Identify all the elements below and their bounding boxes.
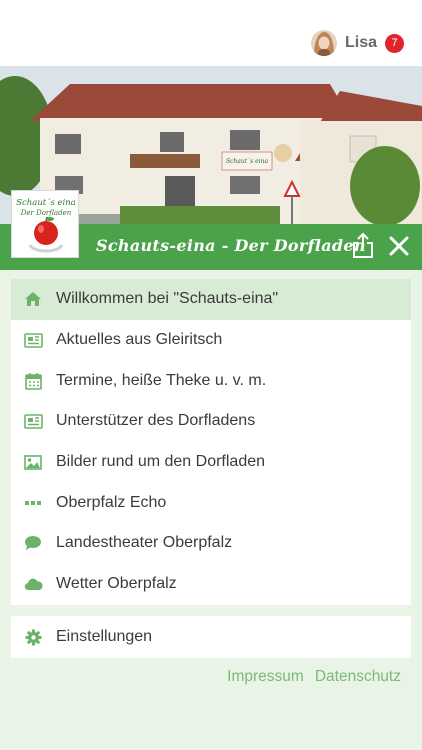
- navigation-menu: Willkommen bei "Schauts-eina" Aktuelles …: [11, 279, 411, 605]
- close-button[interactable]: [388, 235, 410, 257]
- menu-label: Wetter Oberpfalz: [56, 575, 177, 593]
- logo-line2: Der Dorfladen: [20, 209, 72, 217]
- menu-item-oberpfalz-echo[interactable]: Oberpfalz Echo: [11, 482, 411, 523]
- home-icon: [23, 289, 43, 309]
- menu-label: Aktuelles aus Gleiritsch: [56, 331, 223, 349]
- menu-item-wetter[interactable]: Wetter Oberpfalz: [11, 564, 411, 605]
- menu-item-bilder[interactable]: Bilder rund um den Dorfladen: [11, 442, 411, 483]
- site-title: Schauts-eina - Der Dorfladen: [96, 236, 366, 255]
- share-icon: [353, 232, 373, 258]
- menu-item-termine[interactable]: Termine, heiße Theke u. v. m.: [11, 360, 411, 401]
- menu-label: Oberpfalz Echo: [56, 493, 167, 511]
- cloud-icon: [23, 574, 43, 594]
- menu-item-unterstuetzer[interactable]: Unterstützer des Dorfladens: [11, 401, 411, 442]
- store-logo: Schaut´s eina Der Dorfladen: [11, 190, 79, 258]
- menu-item-einstellungen[interactable]: Einstellungen: [11, 616, 411, 658]
- user-profile[interactable]: Lisa 7: [310, 30, 404, 56]
- top-bar: Lisa 7: [0, 0, 422, 66]
- menu-item-willkommen[interactable]: Willkommen bei "Schauts-eina": [11, 279, 411, 320]
- building-sign: Schaut´s eina: [226, 158, 269, 165]
- gear-icon: [23, 627, 43, 647]
- newspaper-icon: [23, 330, 43, 350]
- close-icon: [389, 236, 409, 256]
- image-icon: [23, 452, 43, 472]
- notification-badge[interactable]: 7: [385, 33, 404, 53]
- share-button[interactable]: [352, 232, 374, 258]
- impressum-link[interactable]: Impressum: [227, 668, 304, 686]
- menu-label: Einstellungen: [56, 628, 153, 645]
- speech-bubble-icon: [23, 533, 43, 553]
- logo-line1: Schaut´s eina: [16, 197, 76, 208]
- menu-item-aktuelles[interactable]: Aktuelles aus Gleiritsch: [11, 320, 411, 361]
- menu-label: Landestheater Oberpfalz: [56, 534, 233, 552]
- menu-label: Termine, heiße Theke u. v. m.: [56, 371, 267, 389]
- user-name[interactable]: Lisa: [345, 34, 377, 52]
- calendar-icon: [23, 371, 43, 391]
- menu-label: Bilder rund um den Dorfladen: [56, 453, 266, 471]
- menu-label: Unterstützer des Dorfladens: [56, 412, 256, 430]
- newspaper-icon: [23, 411, 43, 431]
- datenschutz-link[interactable]: Datenschutz: [315, 668, 401, 686]
- footer-links: Impressum Datenschutz: [227, 668, 401, 686]
- ellipsis-icon: [23, 493, 43, 513]
- avatar[interactable]: [310, 30, 337, 56]
- menu-label: Willkommen bei "Schauts-eina": [56, 290, 279, 308]
- menu-item-landestheater[interactable]: Landestheater Oberpfalz: [11, 523, 411, 564]
